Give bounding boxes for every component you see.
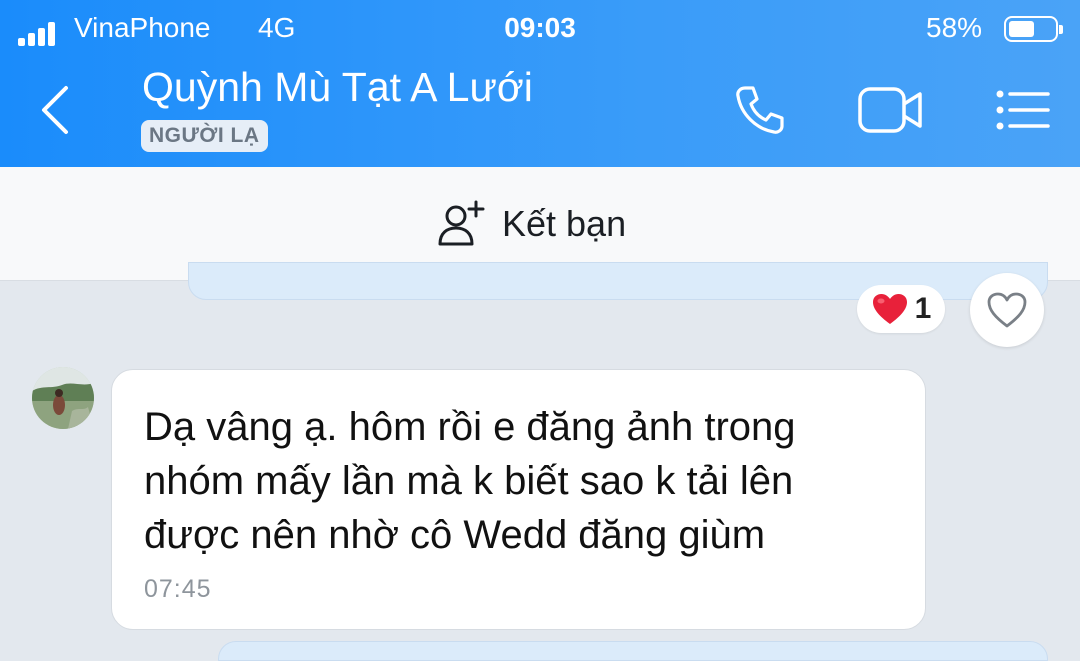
- battery-percent: 58%: [926, 12, 983, 43]
- next-message-bubble[interactable]: [218, 641, 1048, 661]
- phone-icon[interactable]: [732, 82, 788, 138]
- react-like-button[interactable]: [970, 273, 1044, 347]
- status-bar: VinaPhone 4G 09:03 58%: [0, 10, 1080, 46]
- message-line: Dạ vâng ạ. hôm rồi e đăng ảnh trong: [144, 405, 796, 449]
- contact-name[interactable]: Quỳnh Mù Tạt A Lưới: [142, 64, 533, 111]
- message-timestamp: 07:45: [144, 575, 212, 603]
- add-friend-icon: [438, 200, 485, 246]
- stranger-badge: NGƯỜI LẠ: [141, 120, 268, 152]
- add-friend-button[interactable]: Kết bạn: [436, 197, 626, 251]
- video-camera-icon[interactable]: [857, 85, 925, 135]
- reaction-summary[interactable]: 1: [857, 285, 945, 333]
- chat-header: VinaPhone 4G 09:03 58% Quỳnh Mù Tạt A Lư…: [0, 0, 1080, 167]
- reaction-count: 1: [914, 292, 932, 325]
- message-line: nhóm mấy lần mà k biết sao k tải lên: [144, 459, 794, 503]
- back-chevron-icon[interactable]: [36, 84, 80, 136]
- battery-icon: [1004, 16, 1063, 42]
- add-friend-label: Kết bạn: [502, 203, 627, 244]
- message-line: được nên nhờ cô Wedd đăng giùm: [144, 513, 766, 557]
- message-text: Dạ vâng ạ. hôm rồi e đăng ảnh trong nhóm…: [144, 400, 904, 562]
- sender-avatar[interactable]: [32, 367, 94, 429]
- heart-icon: [872, 294, 907, 324]
- status-time: 09:03: [504, 12, 576, 43]
- message-bubble[interactable]: Dạ vâng ạ. hôm rồi e đăng ảnh trong nhóm…: [111, 369, 926, 630]
- menu-list-icon[interactable]: [994, 88, 1052, 132]
- heart-outline-icon: [987, 292, 1027, 328]
